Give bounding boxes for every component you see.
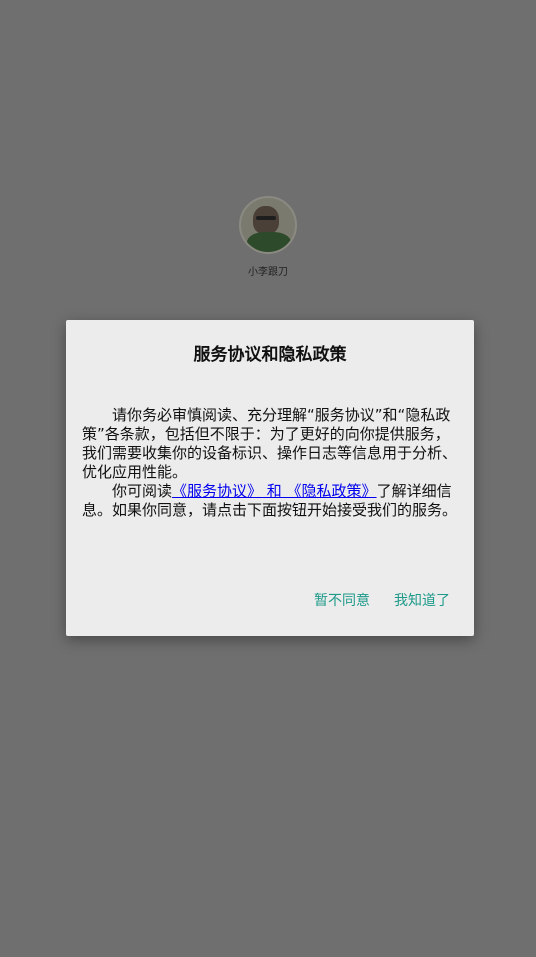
- decline-button[interactable]: 暂不同意: [314, 592, 370, 610]
- policy-link[interactable]: 《服务协议》 和 《隐私政策》: [172, 482, 377, 500]
- dialog-paragraph-1: 请你务必审慎阅读、充分理解“服务协议”和“隐私政策”各条款，包括但不限于：为了更…: [82, 406, 458, 481]
- avatar-shirt: [247, 232, 291, 252]
- privacy-dialog: 服务协议和隐私政策 请你务必审慎阅读、充分理解“服务协议”和“隐私政策”各条款，…: [66, 320, 474, 636]
- avatar-glasses: [256, 216, 276, 220]
- dialog-paragraph-2: 你可阅读《服务协议》 和 《隐私政策》了解详细信息。如果你同意，请点击下面按钮开…: [82, 482, 458, 520]
- dialog-body: 请你务必审慎阅读、充分理解“服务协议”和“隐私政策”各条款，包括但不限于：为了更…: [82, 406, 458, 520]
- profile-name: 小李跟刀: [248, 267, 288, 278]
- profile-section: 小李跟刀: [0, 196, 536, 279]
- avatar: [239, 196, 297, 254]
- accept-button[interactable]: 我知道了: [394, 592, 450, 610]
- paragraph-2-prefix: 你可阅读: [112, 482, 173, 500]
- dialog-title: 服务协议和隐私政策: [193, 345, 347, 365]
- avatar-face: [253, 206, 279, 234]
- dialog-actions: 暂不同意 我知道了: [314, 592, 450, 610]
